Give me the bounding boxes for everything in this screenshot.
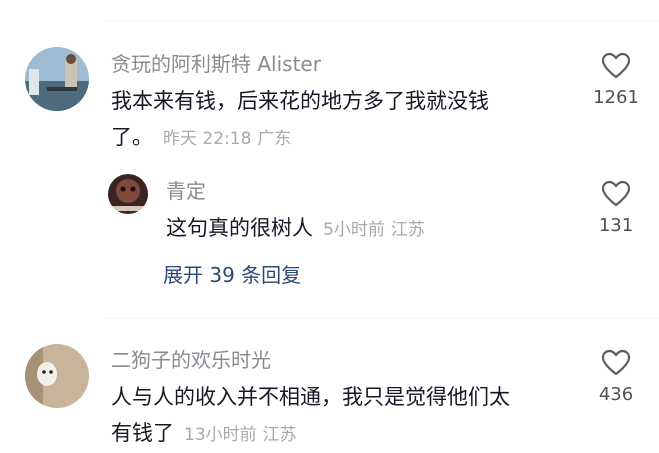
comment-text-end: 了。 xyxy=(111,125,153,149)
comment-divider xyxy=(105,318,659,319)
comment-meta: 昨天 22:18 广东 xyxy=(163,129,291,149)
comment-time: 13小时前 xyxy=(184,425,257,445)
reply-time: 5小时前 xyxy=(323,220,385,240)
avatar[interactable] xyxy=(25,47,89,111)
comment-text-line: 我本来有钱，后来花的地方多了我就没钱 xyxy=(111,89,489,113)
like-button[interactable]: 436 xyxy=(586,349,646,405)
like-button[interactable]: 1261 xyxy=(586,52,646,108)
comment-location: 江苏 xyxy=(262,425,297,445)
reply-avatar-image xyxy=(108,174,148,214)
like-count: 1261 xyxy=(593,87,639,108)
comment-text-line: 人与人的收入并不相通，我只是觉得他们太 xyxy=(111,385,510,409)
comment-text-line: 有钱了 13小时前 江苏 xyxy=(111,415,581,453)
reply-like-button[interactable]: 131 xyxy=(586,180,646,236)
avatar-image xyxy=(25,47,89,111)
comment-text-end: 有钱了 xyxy=(111,421,174,445)
expand-replies-link[interactable]: 展开 39 条回复 xyxy=(163,262,301,288)
avatar[interactable] xyxy=(25,344,89,408)
comment-location: 广东 xyxy=(257,129,292,149)
reply-avatar[interactable] xyxy=(108,174,148,214)
comment-text-line: 了。 昨天 22:18 广东 xyxy=(111,119,581,157)
comment-username[interactable]: 二狗子的欢乐时光 xyxy=(111,348,271,372)
reply-location: 江苏 xyxy=(390,220,425,240)
top-divider xyxy=(105,20,659,21)
comment-meta: 13小时前 江苏 xyxy=(184,425,297,445)
heart-outline-icon xyxy=(601,349,631,376)
heart-outline-icon xyxy=(601,52,631,79)
heart-outline-icon xyxy=(601,180,631,207)
comment-text: 人与人的收入并不相通，我只是觉得他们太 有钱了 13小时前 江苏 xyxy=(111,379,581,453)
reply-username[interactable]: 青定 xyxy=(166,179,206,203)
reply-text-content: 这句真的很树人 xyxy=(166,216,313,240)
reply-text: 这句真的很树人 5小时前 江苏 xyxy=(166,210,425,248)
like-count: 436 xyxy=(598,384,634,405)
reply-like-count: 131 xyxy=(598,215,634,236)
comment-time: 昨天 22:18 xyxy=(163,129,252,149)
comment-text: 我本来有钱，后来花的地方多了我就没钱 了。 昨天 22:18 广东 xyxy=(111,83,581,157)
reply-meta: 5小时前 江苏 xyxy=(323,220,425,240)
avatar-image xyxy=(25,344,89,408)
comment-username[interactable]: 贪玩的阿利斯特 Alister xyxy=(111,52,321,76)
